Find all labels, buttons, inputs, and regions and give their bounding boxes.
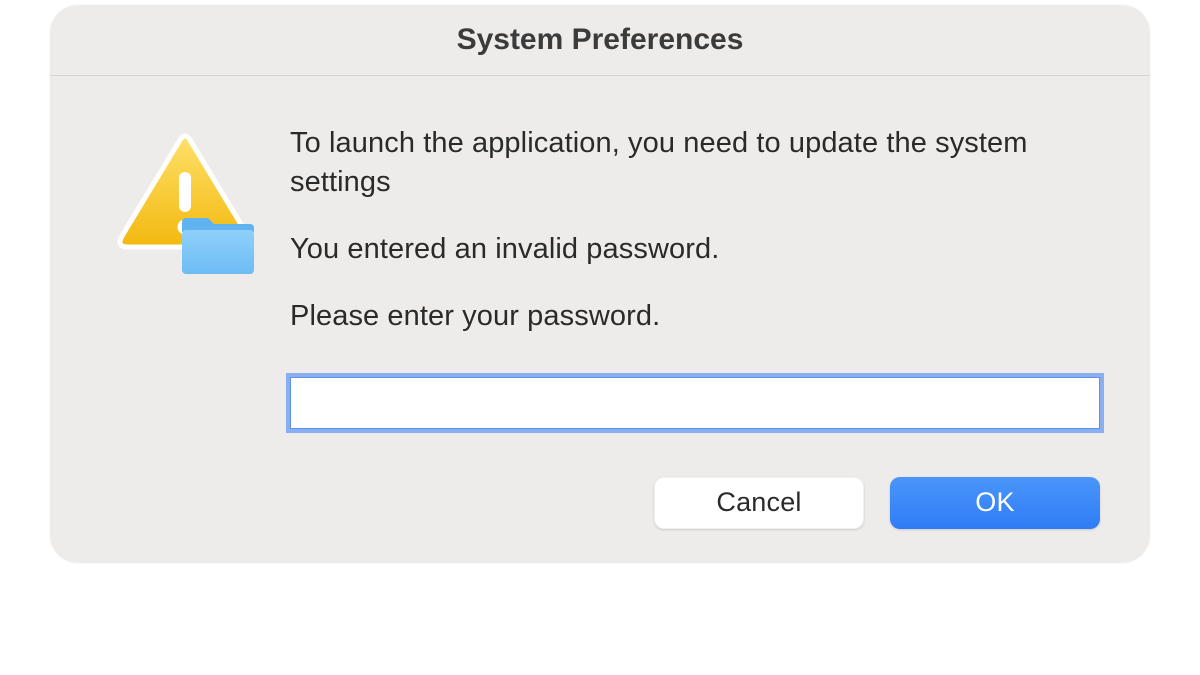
dialog-message-column: To launch the application, you need to u… xyxy=(280,124,1100,439)
dialog-button-row: Cancel OK xyxy=(50,449,1150,563)
dialog-prompt-message: Please enter your password. xyxy=(290,297,1100,336)
ok-button[interactable]: OK xyxy=(890,477,1100,529)
dialog-primary-message: To launch the application, you need to u… xyxy=(290,124,1100,202)
system-preferences-dialog: System Preferences xyxy=(50,5,1150,563)
dialog-error-message: You entered an invalid password. xyxy=(290,230,1100,269)
warning-folder-icon xyxy=(110,132,260,282)
password-row xyxy=(290,377,1100,429)
dialog-icon-column xyxy=(110,124,280,439)
cancel-button[interactable]: Cancel xyxy=(654,477,864,529)
dialog-body: To launch the application, you need to u… xyxy=(50,76,1150,449)
password-input[interactable] xyxy=(290,377,1100,429)
dialog-titlebar: System Preferences xyxy=(50,5,1150,76)
dialog-title: System Preferences xyxy=(50,23,1150,57)
